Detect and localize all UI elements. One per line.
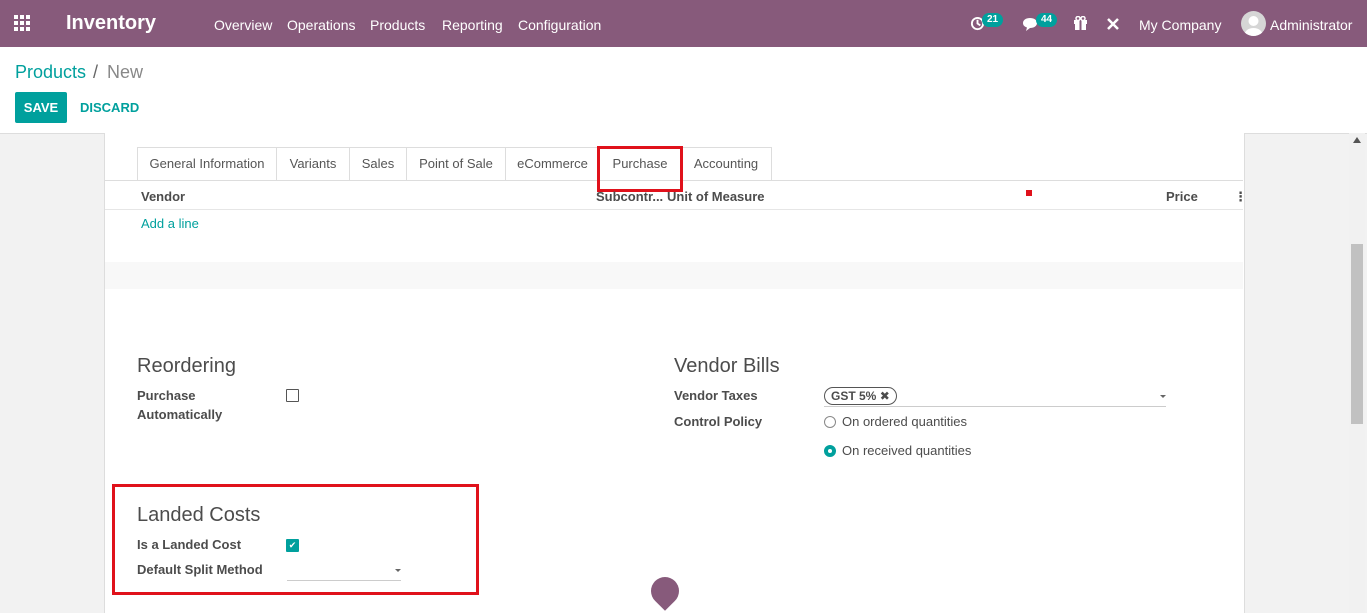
- company-switcher[interactable]: My Company: [1139, 17, 1221, 33]
- split-method-select[interactable]: [287, 580, 401, 581]
- control-panel: Products / New SAVE DISCARD: [0, 47, 1367, 134]
- breadcrumb-current: New: [107, 62, 144, 82]
- chevron-down-icon[interactable]: [395, 569, 401, 572]
- add-a-line-link[interactable]: Add a line: [141, 216, 199, 231]
- tax-tag-label: GST 5%: [831, 389, 877, 403]
- tab-ecommerce[interactable]: eCommerce: [505, 147, 600, 181]
- menu-operations[interactable]: Operations: [287, 17, 355, 33]
- menu-overview[interactable]: Overview: [214, 17, 272, 33]
- menu-configuration[interactable]: Configuration: [518, 17, 601, 33]
- menu-reporting[interactable]: Reporting: [442, 17, 503, 33]
- is-landed-cost-label: Is a Landed Cost: [137, 537, 242, 552]
- optional-columns-icon[interactable]: ⋮: [1234, 189, 1247, 205]
- debug-tools-icon[interactable]: [1106, 17, 1120, 36]
- tab-point-of-sale[interactable]: Point of Sale: [406, 147, 506, 181]
- default-split-method-label: Default Split Method: [137, 562, 263, 577]
- user-menu[interactable]: Administrator: [1270, 17, 1352, 33]
- red-marker: [1026, 190, 1032, 196]
- radio-received-quantities[interactable]: [824, 445, 836, 457]
- column-unit-of-measure[interactable]: Unit of Measure: [667, 189, 765, 204]
- ordered-quantities-label[interactable]: On ordered quantities: [842, 414, 967, 429]
- radio-ordered-quantities[interactable]: [824, 416, 836, 428]
- activity-count-badge: 21: [982, 13, 1004, 27]
- reordering-title: Reordering: [137, 355, 236, 377]
- messages-count-badge: 44: [1036, 13, 1058, 27]
- scroll-up-icon[interactable]: [1353, 137, 1361, 143]
- chevron-down-icon[interactable]: [1160, 395, 1166, 398]
- vendor-taxes-field[interactable]: [824, 406, 1166, 407]
- empty-row: [105, 262, 1243, 289]
- landed-costs-title: Landed Costs: [137, 504, 261, 526]
- purchase-automatically-checkbox[interactable]: [286, 389, 299, 402]
- column-vendor[interactable]: Vendor: [141, 189, 185, 204]
- purchase-automatically-label: Purchase Automatically: [137, 388, 223, 422]
- tab-sales[interactable]: Sales: [349, 147, 407, 181]
- column-price[interactable]: Price: [1166, 189, 1198, 204]
- app-title: Inventory: [66, 12, 157, 34]
- tab-variants[interactable]: Variants: [276, 147, 350, 181]
- vendor-bills-title: Vendor Bills: [674, 355, 780, 377]
- top-navbar: Inventory Overview Operations Products R…: [0, 0, 1367, 47]
- save-button[interactable]: SAVE: [15, 92, 67, 123]
- user-avatar[interactable]: [1241, 11, 1266, 36]
- control-policy-label: Control Policy: [674, 414, 763, 429]
- breadcrumb-products[interactable]: Products: [15, 62, 86, 83]
- breadcrumb-separator: /: [93, 62, 99, 82]
- scrollbar-thumb[interactable]: [1351, 244, 1363, 424]
- is-landed-cost-checkbox[interactable]: ✔: [286, 539, 299, 552]
- purchase-tab-highlight: [597, 146, 683, 192]
- table-header-divider: [105, 209, 1243, 210]
- menu-products[interactable]: Products: [370, 17, 425, 33]
- vendor-taxes-label: Vendor Taxes: [674, 388, 758, 403]
- received-quantities-label[interactable]: On received quantities: [842, 443, 971, 458]
- discard-button[interactable]: DISCARD: [80, 100, 139, 115]
- gift-icon[interactable]: [1073, 15, 1088, 35]
- column-subcontractor[interactable]: Subcontr...: [596, 189, 663, 204]
- remove-tag-icon[interactable]: ✖: [880, 389, 890, 403]
- tab-accounting[interactable]: Accounting: [680, 147, 772, 181]
- tab-general-information[interactable]: General Information: [137, 147, 277, 181]
- empty-row: [105, 236, 1243, 262]
- tax-tag: GST 5% ✖: [824, 387, 897, 405]
- apps-menu-icon[interactable]: [14, 15, 32, 33]
